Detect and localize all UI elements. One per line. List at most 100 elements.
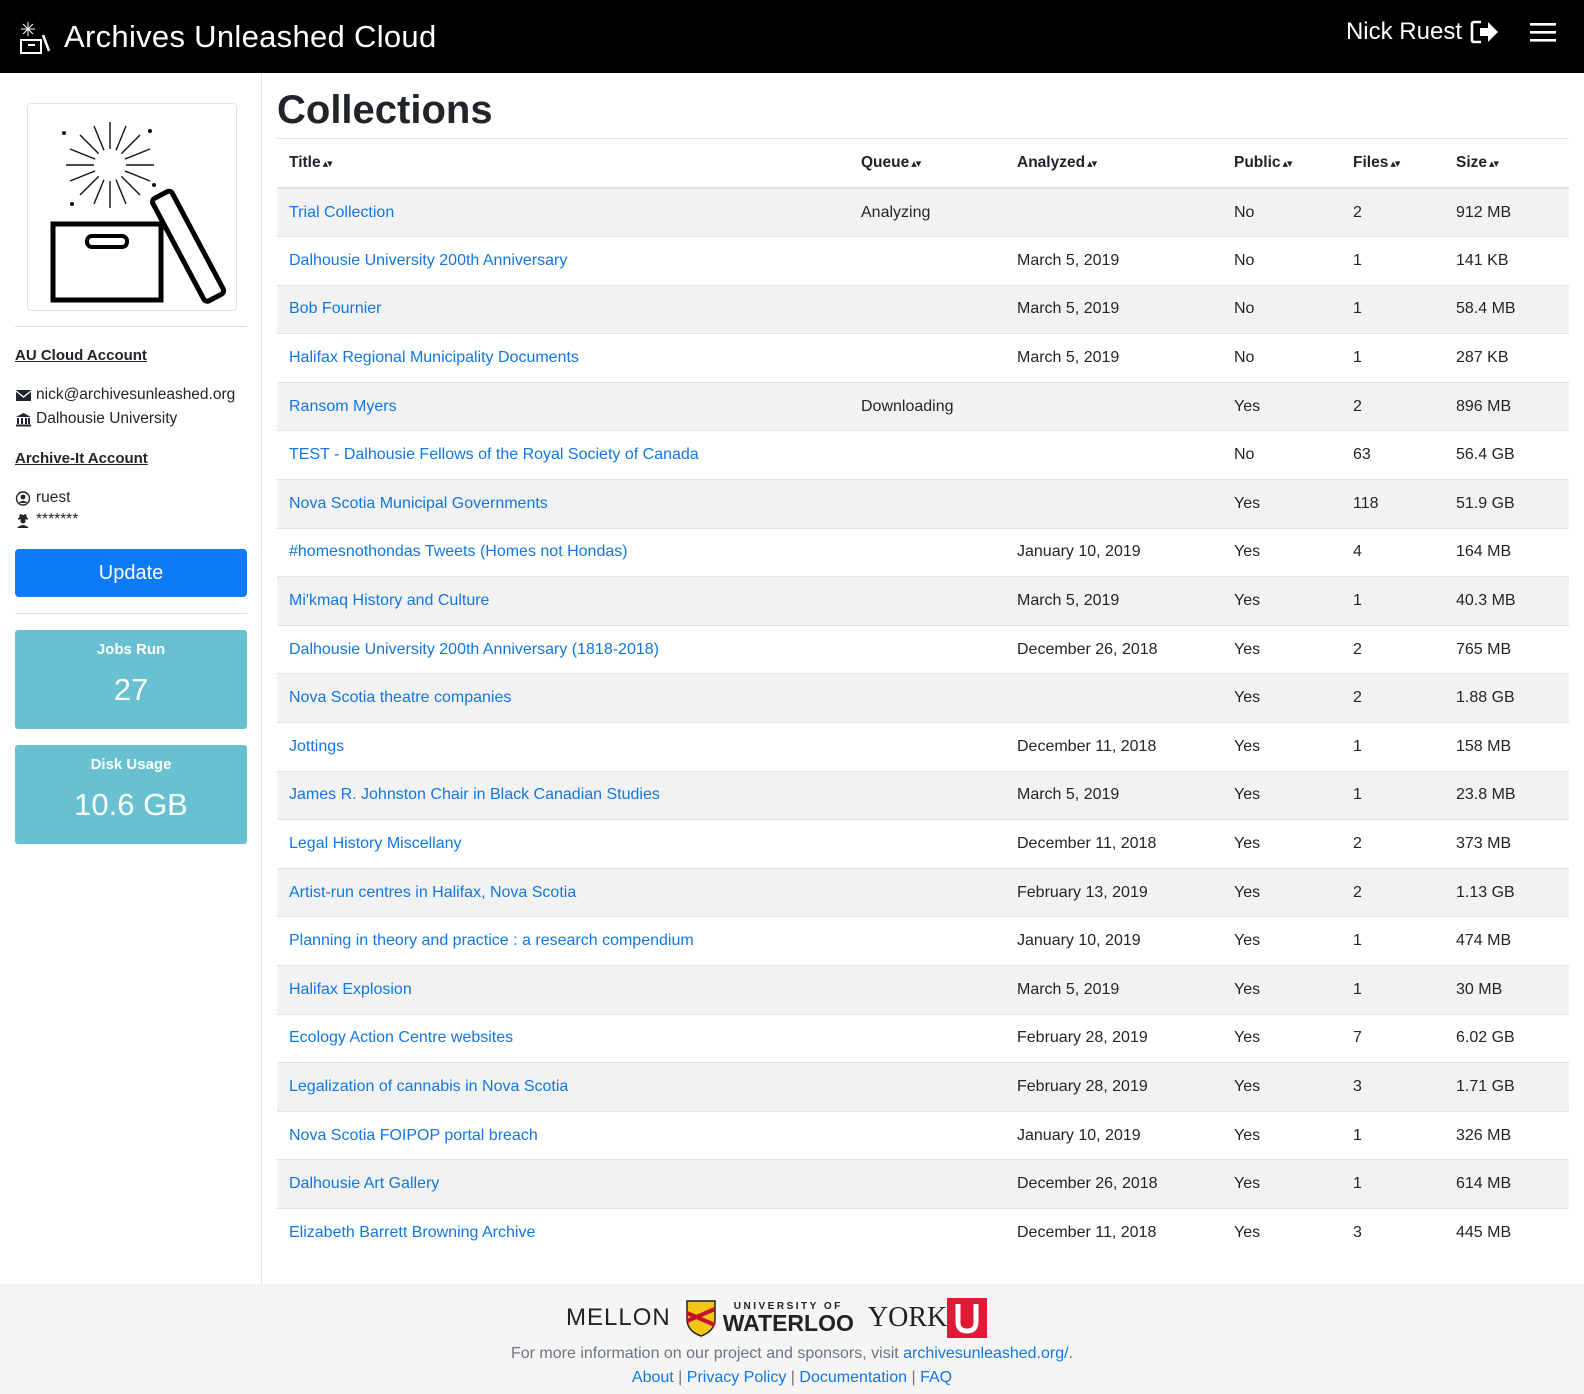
york-logo[interactable]: YORK	[868, 1298, 988, 1338]
column-header-title[interactable]: Title ▴▾	[277, 139, 849, 189]
files-cell: 2	[1341, 381, 1444, 431]
hamburger-menu-icon[interactable]	[1530, 21, 1556, 43]
sort-icon[interactable]: ▴▾	[1390, 158, 1400, 170]
queue-cell	[849, 1207, 1005, 1258]
files-cell: 1	[1341, 284, 1444, 334]
table-row: Ecology Action Centre websites February 2…	[277, 1013, 1569, 1063]
files-cell: 2	[1341, 624, 1444, 674]
documentation-link[interactable]: Documentation	[799, 1369, 907, 1386]
public-cell: Yes	[1222, 1159, 1341, 1209]
jobs-run-card: Jobs Run 27	[15, 630, 247, 729]
sort-icon[interactable]: ▴▾	[1489, 158, 1499, 170]
size-cell: 287 KB	[1444, 333, 1569, 383]
collection-link[interactable]: Nova Scotia theatre companies	[289, 689, 511, 706]
sort-icon[interactable]: ▴▾	[1283, 158, 1293, 170]
queue-cell	[849, 819, 1005, 869]
collection-link[interactable]: Planning in theory and practice : a rese…	[289, 932, 694, 949]
collection-link[interactable]: Dalhousie University 200th Anniversary	[289, 252, 567, 269]
size-cell: 164 MB	[1444, 527, 1569, 577]
column-header-size[interactable]: Size ▴▾	[1444, 139, 1569, 189]
collection-link[interactable]: Dalhousie Art Gallery	[289, 1175, 439, 1192]
footer-info: For more information on our project and …	[510, 1345, 1074, 1362]
table-row: Mi'kmaq History and Culture March 5, 2019…	[277, 576, 1569, 626]
files-cell: 1	[1341, 965, 1444, 1015]
collection-link[interactable]: Halifax Explosion	[289, 981, 412, 998]
about-link[interactable]: About	[632, 1369, 674, 1386]
collection-link[interactable]: Bob Fournier	[289, 300, 382, 317]
table-row: Artist-run centres in Halifax, Nova Scot…	[277, 867, 1569, 917]
ai-password-line: *******	[15, 511, 78, 529]
size-cell: 56.4 GB	[1444, 430, 1569, 480]
analyzed-cell: February 28, 2019	[1005, 1062, 1222, 1112]
app-title: Archives Unleashed Cloud	[64, 19, 437, 54]
analyzed-cell: December 26, 2018	[1005, 624, 1222, 674]
queue-cell	[849, 236, 1005, 286]
collection-link[interactable]: Halifax Regional Municipality Documents	[289, 349, 579, 366]
files-cell: 7	[1341, 1013, 1444, 1063]
user-name-link[interactable]: Nick Ruest	[1346, 18, 1462, 46]
analyzed-cell: January 10, 2019	[1005, 1110, 1222, 1160]
size-cell: 23.8 MB	[1444, 770, 1569, 820]
collection-link[interactable]: Ecology Action Centre websites	[289, 1029, 513, 1046]
sort-icon[interactable]: ▴▾	[1087, 158, 1097, 170]
collection-link[interactable]: Nova Scotia FOIPOP portal breach	[289, 1127, 538, 1144]
institution-line: Dalhousie University	[15, 410, 177, 428]
column-header-analyzed[interactable]: Analyzed ▴▾	[1005, 139, 1222, 189]
column-header-files[interactable]: Files ▴▾	[1341, 139, 1444, 189]
size-cell: 30 MB	[1444, 965, 1569, 1015]
collection-link[interactable]: Trial Collection	[289, 204, 394, 221]
page-title: Collections	[277, 88, 493, 132]
brand-link[interactable]: Archives Unleashed Cloud	[18, 18, 437, 56]
table-row: Bob Fournier March 5, 2019 No 1 58.4 MB	[277, 284, 1569, 334]
privacy-policy-link[interactable]: Privacy Policy	[687, 1369, 787, 1386]
archive-it-password: *******	[36, 511, 79, 528]
sort-icon[interactable]: ▴▾	[911, 158, 921, 170]
column-header-public[interactable]: Public ▴▾	[1222, 139, 1341, 189]
collection-link[interactable]: Dalhousie University 200th Anniversary (…	[289, 641, 659, 658]
files-cell: 118	[1341, 479, 1444, 529]
disk-usage-value: 10.6 GB	[74, 787, 188, 822]
collection-link[interactable]: Nova Scotia Municipal Governments	[289, 495, 548, 512]
collection-link[interactable]: Jottings	[289, 738, 344, 755]
collection-link[interactable]: #homesnothondas Tweets (Homes not Hondas…	[289, 543, 628, 560]
files-cell: 63	[1341, 430, 1444, 480]
collection-link[interactable]: Legalization of cannabis in Nova Scotia	[289, 1078, 568, 1095]
table-row: Halifax Regional Municipality Documents M…	[277, 333, 1569, 383]
analyzed-cell: March 5, 2019	[1005, 236, 1222, 286]
waterloo-logo[interactable]: UNIVERSITY OF WATERLOO	[685, 1299, 854, 1337]
files-cell: 1	[1341, 236, 1444, 286]
account-email: nick@archivesunleashed.org	[36, 386, 236, 403]
collection-link[interactable]: TEST - Dalhousie Fellows of the Royal So…	[289, 446, 699, 463]
column-header-queue[interactable]: Queue ▴▾	[849, 139, 1005, 189]
analyzed-cell	[1005, 430, 1222, 480]
update-button[interactable]: Update	[15, 549, 247, 597]
mellon-logo[interactable]: MELLON	[566, 1304, 671, 1332]
faq-link[interactable]: FAQ	[920, 1369, 952, 1386]
collection-link[interactable]: Legal History Miscellany	[289, 835, 462, 852]
queue-cell	[849, 916, 1005, 966]
queue-cell	[849, 1159, 1005, 1209]
collection-link[interactable]: Artist-run centres in Halifax, Nova Scot…	[289, 884, 576, 901]
queue-cell	[849, 479, 1005, 529]
table-row: Legalization of cannabis in Nova Scotia F…	[277, 1062, 1569, 1112]
size-cell: 912 MB	[1444, 187, 1569, 237]
collection-link[interactable]: Mi'kmaq History and Culture	[289, 592, 489, 609]
sort-icon[interactable]: ▴▾	[323, 158, 333, 170]
table-header-row: Title ▴▾ Queue ▴▾ Analyzed ▴▾ Public ▴▾ File…	[277, 139, 1569, 189]
sign-out-icon[interactable]	[1470, 19, 1500, 45]
collections-table: Title ▴▾ Queue ▴▾ Analyzed ▴▾ Public ▴▾ File…	[277, 139, 1569, 1258]
collection-link[interactable]: Elizabeth Barrett Browning Archive	[289, 1224, 535, 1241]
size-cell: 141 KB	[1444, 236, 1569, 286]
queue-cell	[849, 624, 1005, 674]
queue-cell	[849, 527, 1005, 577]
collection-link[interactable]: Ransom Myers	[289, 398, 397, 415]
public-cell: Yes	[1222, 673, 1341, 723]
archivesunleashed-link[interactable]: archivesunleashed.org/	[903, 1345, 1068, 1362]
public-cell: Yes	[1222, 819, 1341, 869]
table-row: Dalhousie Art Gallery December 26, 2018 Ye…	[277, 1159, 1569, 1209]
files-cell: 1	[1341, 1110, 1444, 1160]
table-row: Ransom Myers Downloading Yes 2 896 MB	[277, 381, 1569, 431]
files-cell: 1	[1341, 1159, 1444, 1209]
table-row: Dalhousie University 200th Anniversary Ma…	[277, 236, 1569, 286]
collection-link[interactable]: James R. Johnston Chair in Black Canadia…	[289, 786, 660, 803]
